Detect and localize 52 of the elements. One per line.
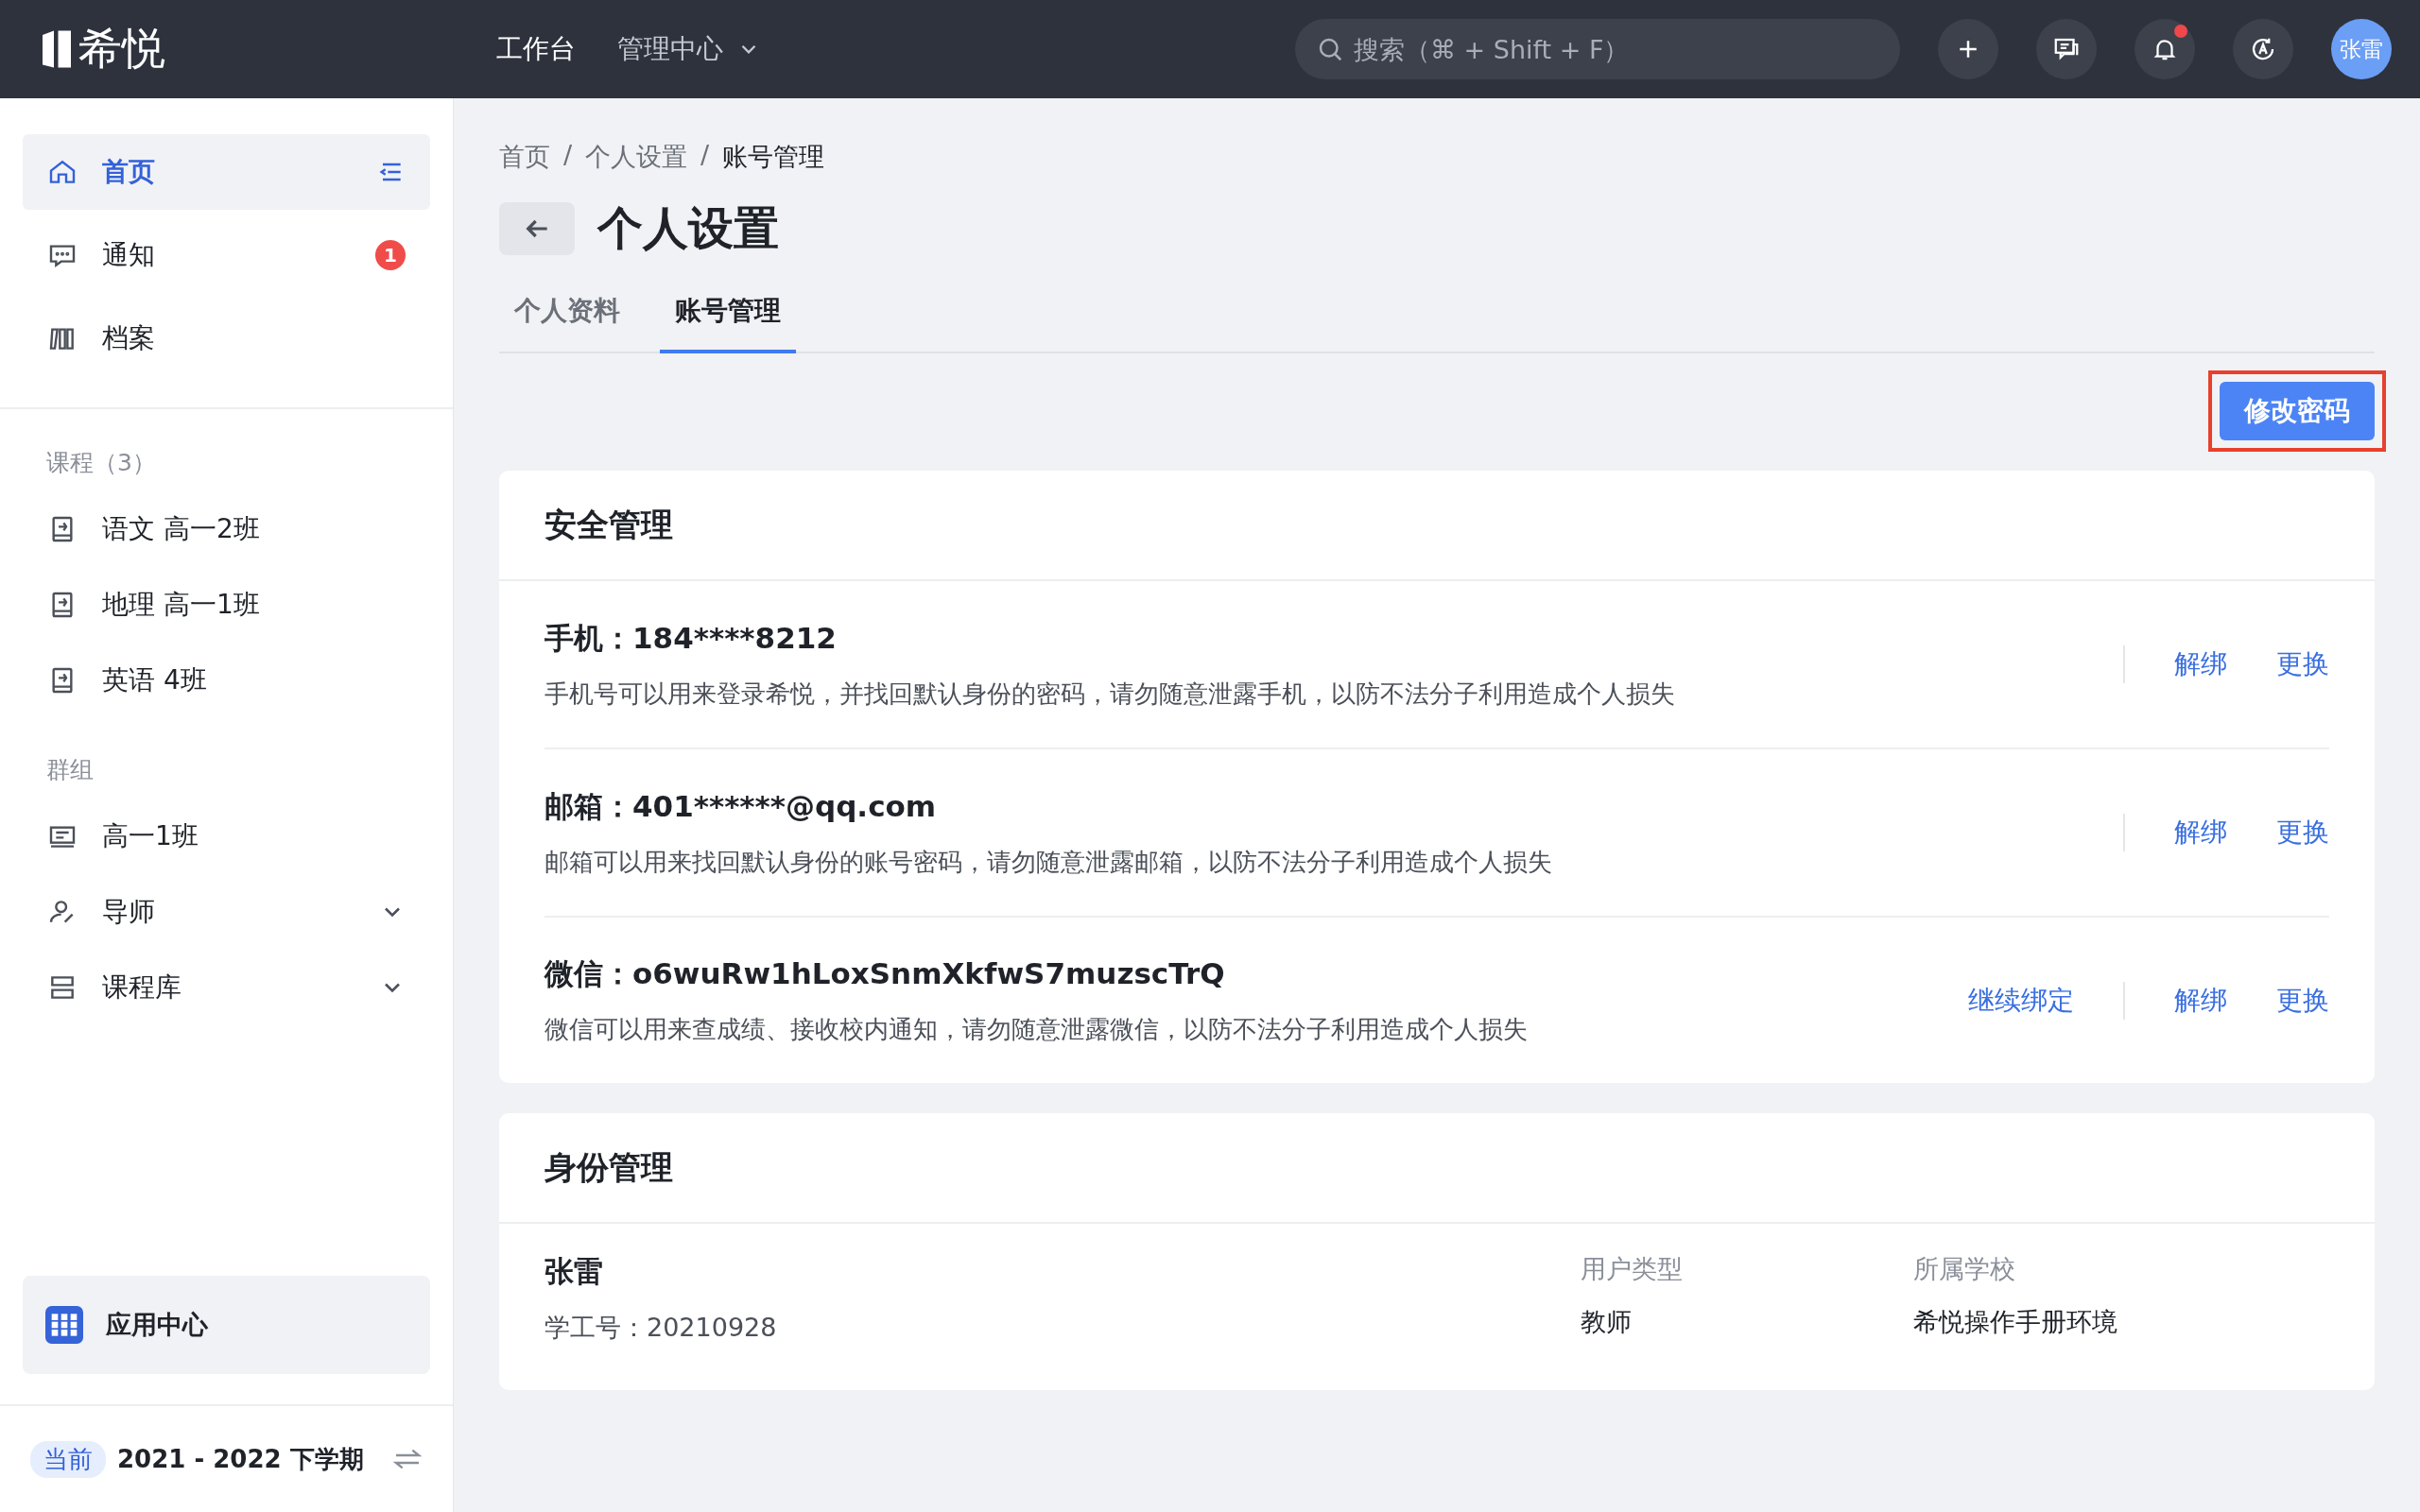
sidebar-item[interactable]: 档案 (23, 301, 430, 376)
section-label: 课程（3） (45, 448, 157, 478)
field-value: 希悦操作手册环境 (1913, 1306, 2118, 1338)
breadcrumb-link[interactable]: 首页 (499, 140, 550, 174)
account-binding-title: 手机：184****8212 (544, 619, 838, 657)
action-link[interactable]: 更换 (2276, 982, 2329, 1019)
breadcrumb-separator: / (700, 140, 710, 171)
current-tag: 当前 (30, 1440, 106, 1478)
field-value: 教师 (1581, 1306, 1633, 1338)
back-button[interactable] (499, 202, 575, 255)
action-link[interactable]: 更换 (2276, 646, 2329, 682)
action-link[interactable]: 更换 (2276, 815, 2329, 850)
page-title: 个人设置 (597, 200, 779, 256)
nav-tab[interactable]: 管理中心 (617, 31, 761, 67)
tab[interactable]: 个人资料 (499, 274, 635, 353)
sidebar-item[interactable]: 导师 (23, 874, 430, 950)
tab[interactable]: 账号管理 (660, 274, 796, 353)
user-name: 张雷 (544, 1253, 604, 1290)
sidebar-item[interactable]: 语文 高一2班 (23, 491, 430, 567)
sidebar-item[interactable]: 高一1班 (23, 799, 430, 874)
sidebar-item[interactable]: 首页 (23, 134, 430, 210)
account-binding-description: 邮箱可以用来找回默认身份的账号密码，请勿随意泄露邮箱，以防不法分子利用造成个人损失 (544, 846, 1553, 878)
count-badge: 1 (375, 240, 406, 270)
grid-icon (45, 1306, 83, 1344)
breadcrumb-separator: / (563, 140, 573, 171)
app-center-button[interactable]: 应用中心 (23, 1276, 430, 1374)
action-link[interactable]: 解绑 (2174, 646, 2227, 682)
sidebar-item[interactable]: 课程库 (23, 950, 430, 1025)
action-link[interactable]: 解绑 (2174, 982, 2227, 1019)
breadcrumb-link[interactable]: 个人设置 (585, 140, 688, 174)
action-link[interactable]: 解绑 (2174, 815, 2227, 850)
section-label: 群组 (45, 755, 95, 785)
field-label: 所属学校 (1913, 1253, 2016, 1285)
card-title: 安全管理 (499, 471, 2375, 581)
sidebar-item[interactable]: 通知 1 (23, 217, 430, 293)
logo-icon (43, 29, 71, 69)
account-binding-description: 微信可以用来查成绩、接收校内通知，请勿随意泄露微信，以防不法分子利用造成个人损失 (544, 1014, 1529, 1045)
rebind-link[interactable]: 继续绑定 (1968, 982, 2074, 1019)
card-title: 身份管理 (499, 1113, 2375, 1224)
breadcrumb-link[interactable]: 账号管理 (722, 140, 825, 174)
account-binding-title: 微信：o6wuRw1hLoxSnmXkfwS7muzscTrQ (544, 955, 1226, 992)
term-label: 2021 - 2022 下学期 (117, 1443, 364, 1475)
nav-tab[interactable]: 工作台 (496, 31, 576, 67)
change-password-button[interactable]: 修改密码 (2220, 382, 2375, 440)
account-binding-title: 邮箱：401******@qq.com (544, 787, 938, 825)
account-binding-description: 手机号可以用来登录希悦，并找回默认身份的密码，请勿随意泄露手机，以防不法分子利用造成个人损失 (544, 678, 1676, 710)
field-label: 用户类型 (1581, 1253, 1684, 1285)
search-field[interactable]: 搜索（⌘ + Shift + F） (1295, 19, 1900, 79)
staff-id: 学工号：20210928 (544, 1312, 778, 1344)
sidebar-item[interactable]: 英语 4班 (23, 643, 430, 718)
logo-text: 希悦 (78, 22, 165, 76)
sidebar-item[interactable]: 地理 高一1班 (23, 567, 430, 643)
